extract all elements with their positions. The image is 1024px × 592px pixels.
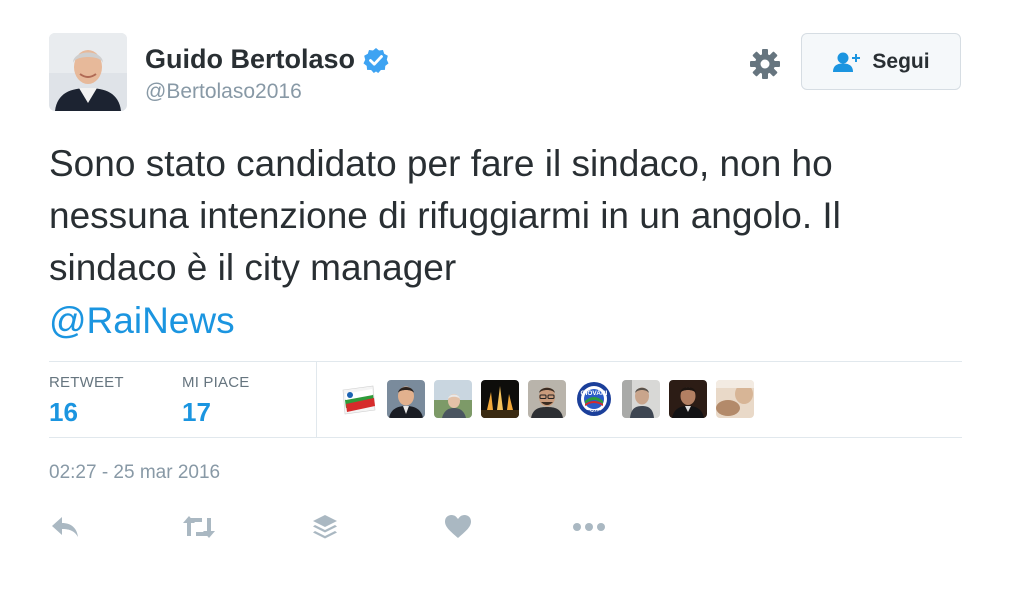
add-user-icon [833,52,861,72]
night-fountain-photo[interactable] [481,380,519,418]
blurred-photo[interactable] [716,380,754,418]
stats-divider [316,362,317,437]
stack-icon[interactable] [308,512,342,542]
tweet-text: Sono stato candidato per fare il sindaco… [49,143,841,288]
gear-icon[interactable] [748,47,782,81]
man-suit-portrait[interactable] [387,380,425,418]
tweet-timestamp[interactable]: 02:27 - 25 mar 2016 [49,462,220,484]
giovani-logo-subtext: ROMA [587,409,601,414]
man-dark-portrait[interactable] [669,380,707,418]
retweet-label: RETWEET [49,374,124,391]
display-name-text: Guido Bertolaso [145,44,356,74]
man-glasses-portrait[interactable] [528,380,566,418]
giovani-logo-text: GIOVANI [581,390,608,397]
profile-avatar[interactable] [49,33,127,111]
liker-avatars: GIOVANI ROMA [340,380,754,418]
more-icon[interactable] [572,512,606,542]
forza-italia-logo[interactable] [340,380,378,418]
reply-icon[interactable] [48,512,82,542]
retweet-icon[interactable] [182,512,216,542]
heart-icon[interactable] [441,512,475,542]
user-handle[interactable]: @Bertolaso2016 [145,80,302,104]
mention-link[interactable]: @RaiNews [49,295,235,347]
likes-label: MI PIACE [182,374,250,391]
follow-button[interactable]: Segui [801,33,961,90]
giovani-roma-logo[interactable]: GIOVANI ROMA [575,380,613,418]
divider-top [49,361,962,362]
display-name[interactable]: Guido Bertolaso [145,44,389,75]
tweet-card: Guido Bertolaso @Bertolaso2016 Segui Son… [0,0,1024,592]
likes-count: 17 [182,397,211,427]
man-outdoor-portrait[interactable] [434,380,472,418]
likes-stat[interactable]: MI PIACE 17 [182,374,249,428]
man-gray-portrait[interactable] [622,380,660,418]
verified-badge-icon [363,47,389,73]
follow-button-label: Segui [872,49,930,73]
retweet-stat[interactable]: RETWEET 16 [49,374,124,428]
divider-bottom [49,437,962,438]
retweet-count: 16 [49,397,78,427]
